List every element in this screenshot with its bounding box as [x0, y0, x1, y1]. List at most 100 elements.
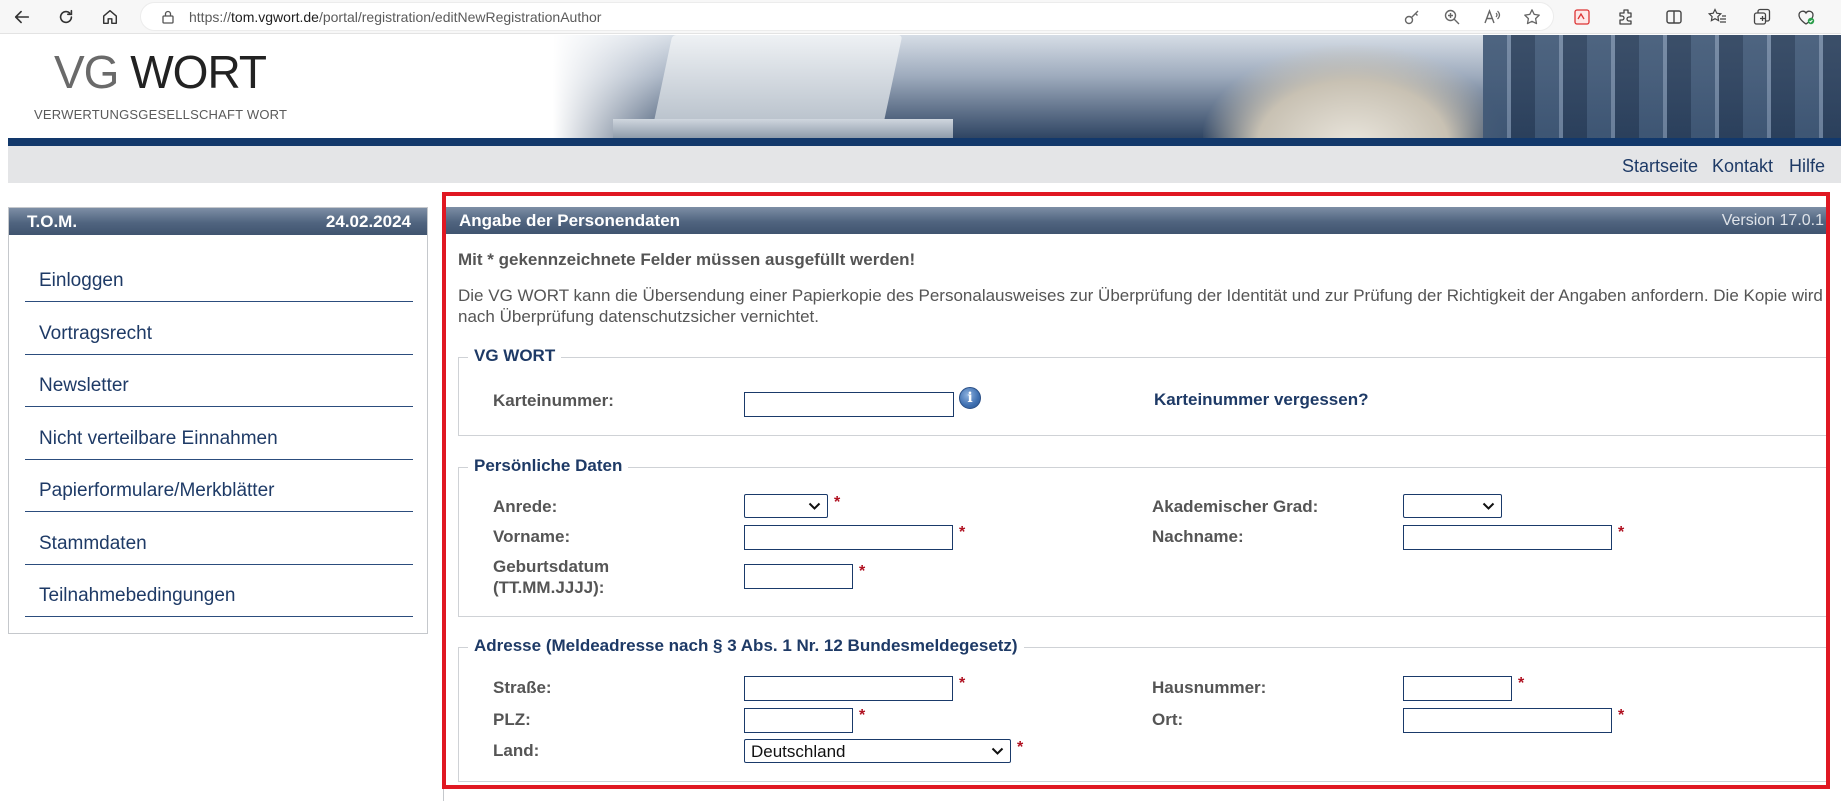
logo-vg: VG	[54, 46, 119, 98]
url-path: /portal/registration/editNewRegistration…	[318, 9, 602, 25]
zoom-icon[interactable]	[1443, 8, 1461, 26]
ort-label: Ort:	[1152, 710, 1184, 729]
plz-label: PLZ:	[493, 710, 531, 729]
strasse-input[interactable]	[744, 676, 953, 701]
ort-input[interactable]	[1403, 708, 1612, 733]
sidebar-item-label: Vortragsrecht	[39, 323, 152, 344]
akademischer-grad-label: Akademischer Grad:	[1152, 497, 1319, 516]
logo-wort: WORT	[130, 46, 267, 98]
sidebar-header: T.O.M. 24.02.2024	[9, 208, 427, 235]
intro-text: Die VG WORT kann die Übersendung einer P…	[458, 286, 1823, 326]
url-host: tom.vgwort.de	[231, 9, 319, 25]
reload-icon[interactable]	[54, 5, 78, 29]
header-divider	[8, 138, 1841, 146]
nachname-input[interactable]	[1403, 525, 1612, 550]
land-select[interactable]: Deutschland	[744, 739, 1011, 763]
sidebar-item-einloggen[interactable]: Einloggen	[25, 250, 413, 302]
chevron-down-icon	[991, 747, 1004, 755]
hausnummer-input[interactable]	[1403, 676, 1512, 701]
required-marker: *	[959, 675, 966, 692]
sidebar-item-nicht-verteilbare-einnahmen[interactable]: Nicht verteilbare Einnahmen	[25, 408, 413, 460]
land-selected-value: Deutschland	[751, 742, 846, 761]
geburtsdatum-label-line1: Geburtsdatum	[493, 557, 610, 576]
required-marker: *	[1618, 707, 1625, 724]
banner-laptop-base	[613, 119, 953, 138]
browser-toolbar: https://tom.vgwort.de/portal/registratio…	[0, 0, 1841, 34]
favorite-star-icon[interactable]	[1523, 8, 1541, 26]
home-icon[interactable]	[98, 5, 122, 29]
sidebar-item-stammdaten[interactable]: Stammdaten	[25, 513, 413, 565]
required-marker: *	[959, 524, 966, 541]
sidebar-item-label: Nicht verteilbare Einnahmen	[39, 428, 278, 449]
vorname-label: Vorname:	[493, 527, 571, 546]
sidebar-item-label: Stammdaten	[39, 533, 147, 554]
geburtsdatum-input[interactable]	[744, 564, 853, 589]
chevron-down-icon	[1482, 502, 1495, 510]
back-arrow-icon[interactable]	[10, 5, 34, 29]
geburtsdatum-label: Geburtsdatum (TT.MM.JJJJ):	[493, 556, 609, 598]
legend-adresse: Adresse (Meldeadresse nach § 3 Abs. 1 Nr…	[468, 636, 1024, 656]
browser-essentials-icon[interactable]	[1796, 7, 1816, 27]
read-aloud-icon[interactable]	[1483, 8, 1501, 26]
banner-open-book	[1203, 45, 1503, 138]
key-icon[interactable]	[1403, 8, 1421, 26]
nav-link-hilfe[interactable]: Hilfe	[1789, 156, 1825, 177]
fieldset-vg-wort: VG WORT	[458, 346, 1826, 436]
banner-laptop	[653, 35, 903, 123]
sidebar-item-vortragsrecht[interactable]: Vortragsrecht	[25, 303, 413, 355]
sidebar-item-teilnahmebedingungen[interactable]: Teilnahmebedingungen	[25, 565, 413, 617]
legend-persoenliche-daten: Persönliche Daten	[468, 456, 629, 476]
vg-wort-logo[interactable]: VG WORT	[54, 45, 267, 99]
url-text: https://tom.vgwort.de/portal/registratio…	[189, 9, 601, 25]
fieldset-persoenliche-daten: Persönliche Daten	[458, 456, 1826, 617]
main-panel-border	[443, 789, 444, 801]
extensions-puzzle-icon[interactable]	[1616, 7, 1636, 27]
logo-subtitle: VERWERTUNGSGESELLSCHAFT WORT	[34, 107, 288, 122]
anrede-label: Anrede:	[493, 497, 558, 516]
required-marker: *	[1017, 739, 1024, 756]
top-navigation: Startseite Kontakt Hilfe	[8, 146, 1841, 183]
site-header: VG WORT VERWERTUNGSGESELLSCHAFT WORT	[8, 35, 1841, 138]
sidebar: T.O.M. 24.02.2024 Einloggen Vortragsrech…	[8, 207, 428, 634]
header-banner-image	[553, 35, 1841, 138]
required-marker: *	[859, 707, 866, 724]
required-marker: *	[1618, 524, 1625, 541]
hausnummer-label: Hausnummer:	[1152, 678, 1267, 697]
geburtsdatum-label-line2: (TT.MM.JJJJ):	[493, 578, 605, 597]
main-panel-header: Angabe der Personendaten Version 17.0.1	[446, 207, 1826, 234]
nav-link-kontakt[interactable]: Kontakt	[1712, 156, 1773, 177]
legend-vg-wort: VG WORT	[468, 346, 562, 366]
sidebar-item-papierformulare[interactable]: Papierformulare/Merkblätter	[25, 460, 413, 512]
sidebar-date: 24.02.2024	[325, 212, 411, 231]
sidebar-item-newsletter[interactable]: Newsletter	[25, 355, 413, 407]
sidebar-item-label: Newsletter	[39, 375, 129, 396]
version-label: Version 17.0.1	[1721, 212, 1824, 229]
strasse-label: Straße:	[493, 678, 552, 697]
karteinummer-label: Karteinummer:	[493, 391, 614, 410]
sidebar-title: T.O.M.	[27, 212, 78, 231]
collections-icon[interactable]	[1752, 7, 1772, 27]
address-bar[interactable]: https://tom.vgwort.de/portal/registratio…	[140, 2, 1554, 31]
sidebar-item-label: Papierformulare/Merkblätter	[39, 480, 275, 501]
karteinummer-vergessen-link[interactable]: Karteinummer vergessen?	[1154, 390, 1368, 410]
karteinummer-input[interactable]	[744, 392, 954, 417]
anrede-select[interactable]	[744, 494, 828, 518]
nav-link-startseite[interactable]: Startseite	[1622, 156, 1698, 177]
info-icon[interactable]: i	[959, 387, 981, 409]
required-marker: *	[1518, 675, 1525, 692]
vorname-input[interactable]	[744, 525, 953, 550]
favorites-list-icon[interactable]	[1708, 7, 1728, 27]
sidebar-item-label: Teilnahmebedingungen	[39, 585, 236, 606]
banner-bookshelf	[1483, 35, 1841, 138]
lock-icon	[162, 10, 174, 24]
required-marker: *	[834, 494, 841, 511]
chevron-down-icon	[808, 502, 821, 510]
land-label: Land:	[493, 741, 540, 760]
required-fields-note: Mit * gekennzeichnete Felder müssen ausg…	[458, 250, 916, 269]
pdf-extension-icon[interactable]	[1572, 7, 1592, 27]
sidebar-item-label: Einloggen	[39, 270, 124, 291]
split-screen-icon[interactable]	[1664, 7, 1684, 27]
url-prefix: https://	[189, 9, 232, 25]
plz-input[interactable]	[744, 708, 853, 733]
akademischer-grad-select[interactable]	[1403, 494, 1502, 518]
